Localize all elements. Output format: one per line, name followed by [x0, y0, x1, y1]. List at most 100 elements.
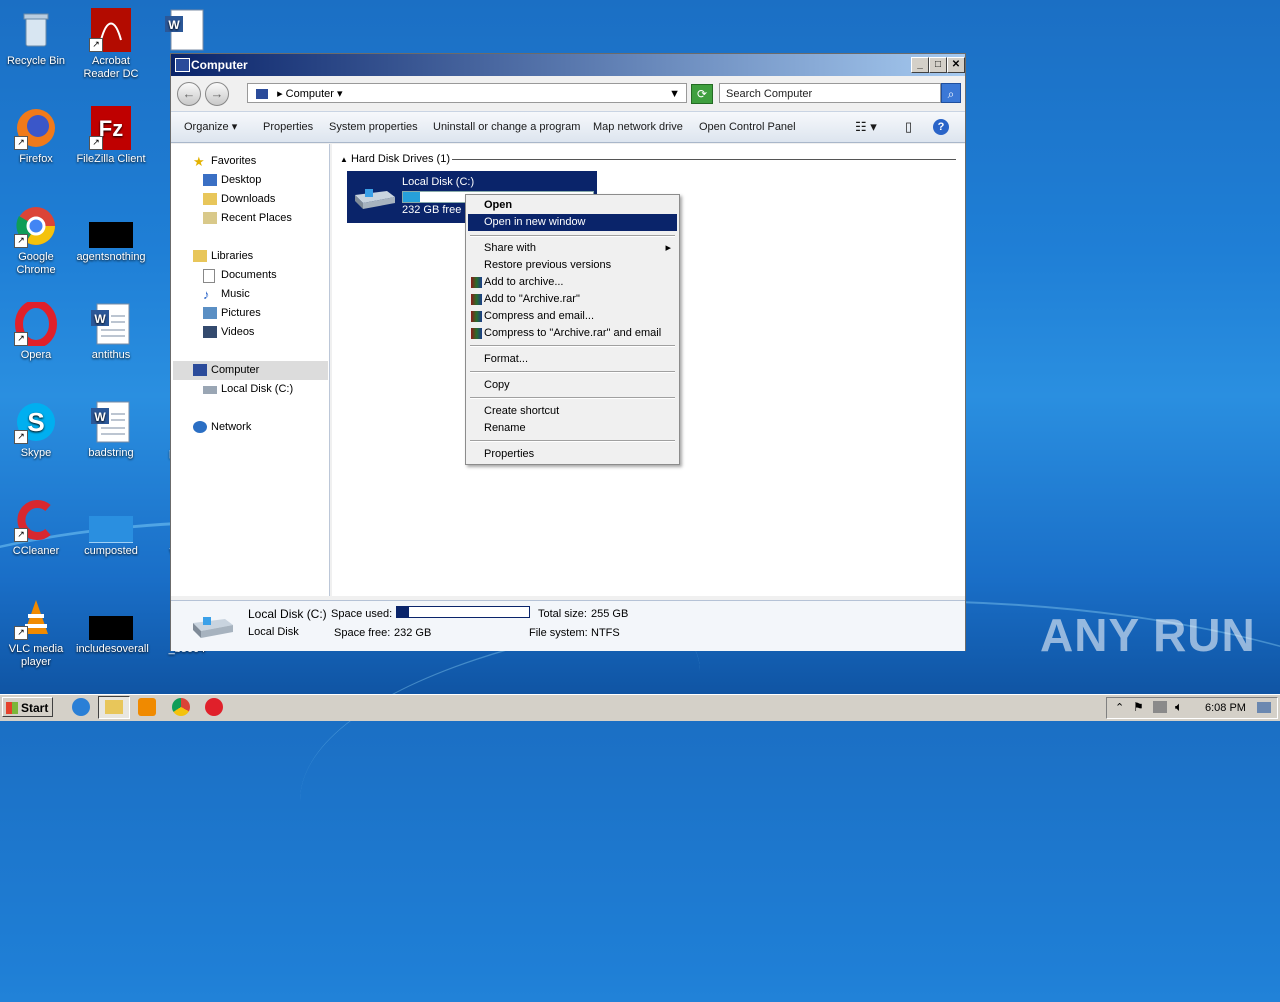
open-control-panel-button[interactable]: Open Control Panel [699, 112, 796, 142]
opera-icon: ↗ [14, 300, 58, 348]
menu-rename[interactable]: Rename [468, 420, 677, 437]
nav-downloads[interactable]: Downloads [203, 190, 275, 209]
opera-icon[interactable] [205, 698, 223, 716]
desktop-icon-skype[interactable]: S ↗ Skype [1, 400, 71, 460]
desktop-icon-acrobat[interactable]: ↗ Acrobat Reader DC [76, 8, 146, 81]
shortcut-arrow-icon: ↗ [14, 136, 28, 150]
view-options-icon[interactable]: ☷ ▾ [855, 112, 877, 142]
menu-copy[interactable]: Copy [468, 377, 677, 394]
nav-music[interactable]: ♪ Music [203, 285, 250, 304]
nav-pictures[interactable]: Pictures [203, 304, 261, 323]
menu-separator [470, 440, 675, 442]
organize-button[interactable]: Organize ▾ [184, 112, 237, 142]
nav-libraries[interactable]: Libraries [193, 247, 253, 266]
desktop-icon-vlc[interactable]: ↗ VLC media player [1, 596, 71, 669]
start-button[interactable]: Start [2, 697, 53, 717]
menu-create-shortcut[interactable]: Create shortcut [468, 403, 677, 420]
chevron-down-icon: ▾ [231, 121, 238, 133]
volume-icon[interactable]: 🔈︎ [1175, 699, 1183, 715]
map-network-drive-button[interactable]: Map network drive [593, 112, 683, 142]
network-icon [193, 421, 207, 433]
refresh-button[interactable]: ⟳ [691, 84, 713, 104]
desktop-icon-ccleaner[interactable]: ↗ CCleaner [1, 498, 71, 558]
clock[interactable]: 6:08 PM [1205, 702, 1246, 714]
shortcut-arrow-icon: ↗ [89, 38, 103, 52]
menu-add-to-archive[interactable]: Add to archive... [468, 274, 677, 291]
menu-share-with[interactable]: Share with ▸ [468, 240, 677, 257]
menu-open-new-window[interactable]: Open in new window [468, 214, 677, 231]
svg-text:W: W [94, 312, 106, 326]
nav-documents[interactable]: Documents [203, 266, 277, 285]
nav-favorites[interactable]: ★ Favorites [193, 152, 256, 171]
network-tray-icon[interactable] [1153, 701, 1167, 713]
media-player-icon[interactable] [138, 698, 156, 716]
group-header[interactable]: ▲ Hard Disk Drives (1) [340, 152, 958, 166]
music-icon: ♪ [203, 287, 210, 302]
preview-pane-icon[interactable]: ▯ [905, 112, 912, 142]
system-tray: ⌃ ⚑ 🔈︎ 6:08 PM [1106, 697, 1278, 719]
desktop-icon-firefox[interactable]: ↗ Firefox [1, 106, 71, 166]
winrar-icon [471, 328, 482, 339]
nav-computer[interactable]: Computer [193, 361, 259, 380]
collapse-icon: ▲ [340, 155, 348, 164]
shortcut-arrow-icon: ↗ [89, 136, 103, 150]
show-hidden-icons-icon[interactable]: ⌃ [1115, 701, 1124, 714]
address-field[interactable]: ▸ Computer ▾ ▼ [247, 83, 687, 103]
menu-restore-versions[interactable]: Restore previous versions [468, 257, 677, 274]
menu-open[interactable]: Open [468, 197, 677, 214]
desktop-icon-filezilla[interactable]: Fz ↗ FileZilla Client [76, 106, 146, 166]
menu-compress-and-email[interactable]: Compress and email... [468, 308, 677, 325]
help-icon[interactable]: ? [933, 112, 949, 142]
maximize-button[interactable]: □ [929, 57, 947, 73]
desktop-icon-opera[interactable]: ↗ Opera [1, 300, 71, 362]
nav-desktop[interactable]: Desktop [203, 171, 261, 190]
shortcut-arrow-icon: ↗ [14, 234, 28, 248]
search-input[interactable]: Search Computer [719, 83, 941, 103]
system-properties-button[interactable]: System properties [329, 112, 418, 142]
window-title: Computer [191, 58, 248, 72]
properties-button[interactable]: Properties [263, 112, 313, 142]
desktop-icon-badstring[interactable]: W badstring [76, 400, 146, 460]
chrome-icon[interactable] [172, 698, 190, 716]
vlc-icon: ↗ [14, 596, 58, 640]
group-header-label: Hard Disk Drives (1) [350, 153, 450, 165]
file-thumbnail-icon [89, 498, 133, 543]
desktop-icon-includesoverall[interactable]: includesoverall [76, 596, 149, 656]
uninstall-program-button[interactable]: Uninstall or change a program [433, 112, 580, 142]
nav-local-disk[interactable]: Local Disk (C:) [203, 380, 293, 399]
chevron-down-icon[interactable]: ▾ [337, 88, 343, 100]
explorer-taskbar-button[interactable] [98, 696, 130, 719]
forward-button[interactable]: → [205, 82, 229, 106]
word-document-icon: W [163, 8, 207, 52]
title-bar[interactable]: Computer _ □ ✕ [171, 54, 965, 76]
desktop-icon-recycle-bin[interactable]: Recycle Bin [1, 8, 71, 68]
internet-explorer-icon[interactable] [72, 698, 90, 716]
winrar-icon [471, 277, 482, 288]
close-button[interactable]: ✕ [947, 57, 965, 73]
back-button[interactable]: ← [177, 82, 201, 106]
menu-properties[interactable]: Properties [468, 446, 677, 463]
file-thumbnail-icon [89, 204, 133, 248]
menu-format[interactable]: Format... [468, 351, 677, 368]
ccleaner-icon: ↗ [14, 498, 58, 542]
nav-videos[interactable]: Videos [203, 323, 254, 342]
desktop-icon-cumposted[interactable]: cumposted [76, 498, 146, 558]
nav-recent-places[interactable]: Recent Places [203, 209, 292, 228]
desktop-icon-antithus[interactable]: W antithus [76, 302, 146, 362]
menu-separator [470, 345, 675, 347]
computer-icon [193, 364, 207, 376]
search-icon[interactable]: ⌕ [941, 83, 961, 103]
navigation-pane: ★ Favorites Desktop Downloads Recent Plac… [171, 144, 330, 596]
minimize-button[interactable]: _ [911, 57, 929, 73]
nav-network[interactable]: Network [193, 418, 251, 437]
desktop-icon-chrome[interactable]: ↗ Google Chrome [1, 204, 71, 277]
show-desktop-icon[interactable] [1257, 702, 1271, 713]
total-size-value: 255 GB [591, 608, 629, 620]
action-center-flag-icon[interactable]: ⚑ [1133, 700, 1144, 714]
space-free-value: 232 GB [394, 627, 432, 639]
menu-compress-rar-email[interactable]: Compress to "Archive.rar" and email [468, 325, 677, 342]
address-dropdown-icon[interactable]: ▼ [669, 84, 680, 104]
menu-add-to-archive-rar[interactable]: Add to "Archive.rar" [468, 291, 677, 308]
taskbar: Start ⌃ ⚑ 🔈︎ 6:08 PM [0, 694, 1280, 721]
filesystem-value: NTFS [591, 627, 620, 639]
